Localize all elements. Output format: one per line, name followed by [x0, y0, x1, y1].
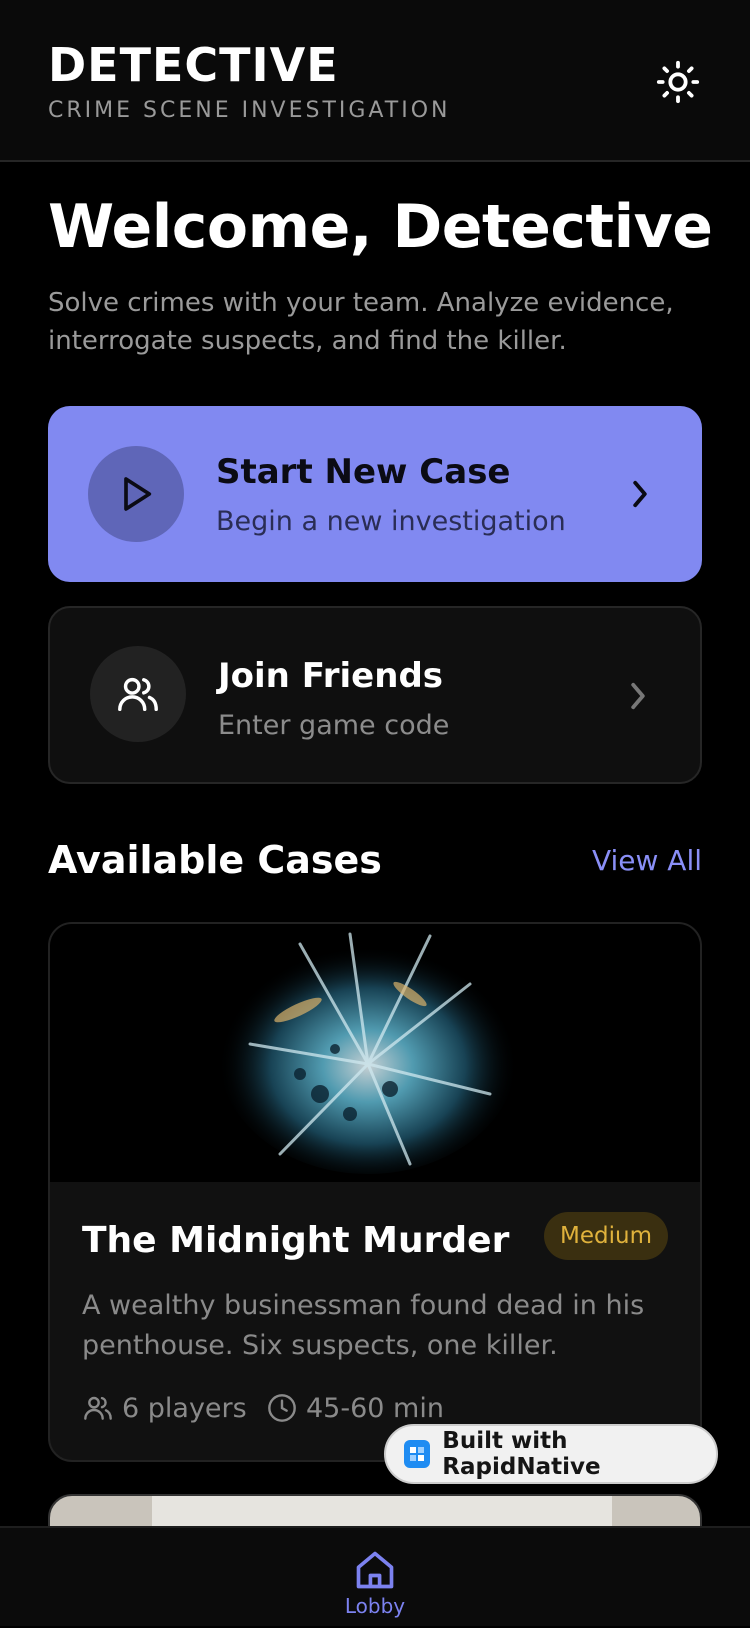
case-duration: 45-60 min: [306, 1392, 444, 1424]
case-title: The Midnight Murder: [82, 1220, 510, 1261]
join-friends-subtitle: Enter game code: [218, 710, 450, 741]
home-icon: [356, 1551, 394, 1589]
welcome-description: Solve crimes with your team. Analyze evi…: [48, 288, 674, 356]
case-card[interactable]: The Midnight Murder Medium A wealthy bus…: [48, 922, 702, 1462]
join-friends-button[interactable]: Join Friends Enter game code: [48, 606, 702, 784]
app-subtitle: CRIME SCENE INVESTIGATION: [48, 98, 451, 123]
sun-icon: [656, 60, 700, 104]
welcome-title: Welcome, Detective: [48, 192, 713, 262]
chevron-right-icon: [626, 474, 654, 514]
play-icon-circle: [88, 446, 184, 542]
users-icon: [84, 1396, 112, 1420]
app-title: DETECTIVE: [48, 38, 339, 92]
start-new-case-button[interactable]: Start New Case Begin a new investigation: [48, 406, 702, 582]
users-icon: [118, 677, 158, 712]
start-case-title: Start New Case: [216, 452, 511, 492]
clock-icon: [268, 1394, 296, 1422]
play-icon: [124, 477, 152, 511]
view-all-link[interactable]: View All: [592, 844, 702, 877]
case-description: A wealthy businessman found dead in his …: [82, 1290, 645, 1361]
chevron-right-icon: [624, 676, 652, 716]
tab-lobby[interactable]: Lobby: [325, 1548, 425, 1628]
bottom-tab-bar: Lobby: [0, 1526, 750, 1626]
available-cases-heading: Available Cases: [48, 838, 382, 882]
theme-toggle-button[interactable]: [650, 54, 706, 110]
start-case-subtitle: Begin a new investigation: [216, 506, 566, 537]
tab-lobby-label: Lobby: [344, 1594, 406, 1618]
users-icon-circle: [90, 646, 186, 742]
case-cover-image: [50, 924, 700, 1182]
players-meta: 6 players: [82, 1392, 247, 1424]
duration-meta: 45-60 min: [266, 1392, 444, 1424]
join-friends-title: Join Friends: [218, 656, 444, 696]
rapidnative-logo-icon: [404, 1440, 431, 1468]
difficulty-badge: Medium: [544, 1212, 668, 1260]
players-count: 6 players: [122, 1392, 247, 1424]
built-with-label: Built with RapidNative: [442, 1428, 601, 1480]
built-with-badge[interactable]: Built with RapidNative: [384, 1424, 718, 1484]
app-header: DETECTIVE CRIME SCENE INVESTIGATION: [0, 0, 750, 162]
